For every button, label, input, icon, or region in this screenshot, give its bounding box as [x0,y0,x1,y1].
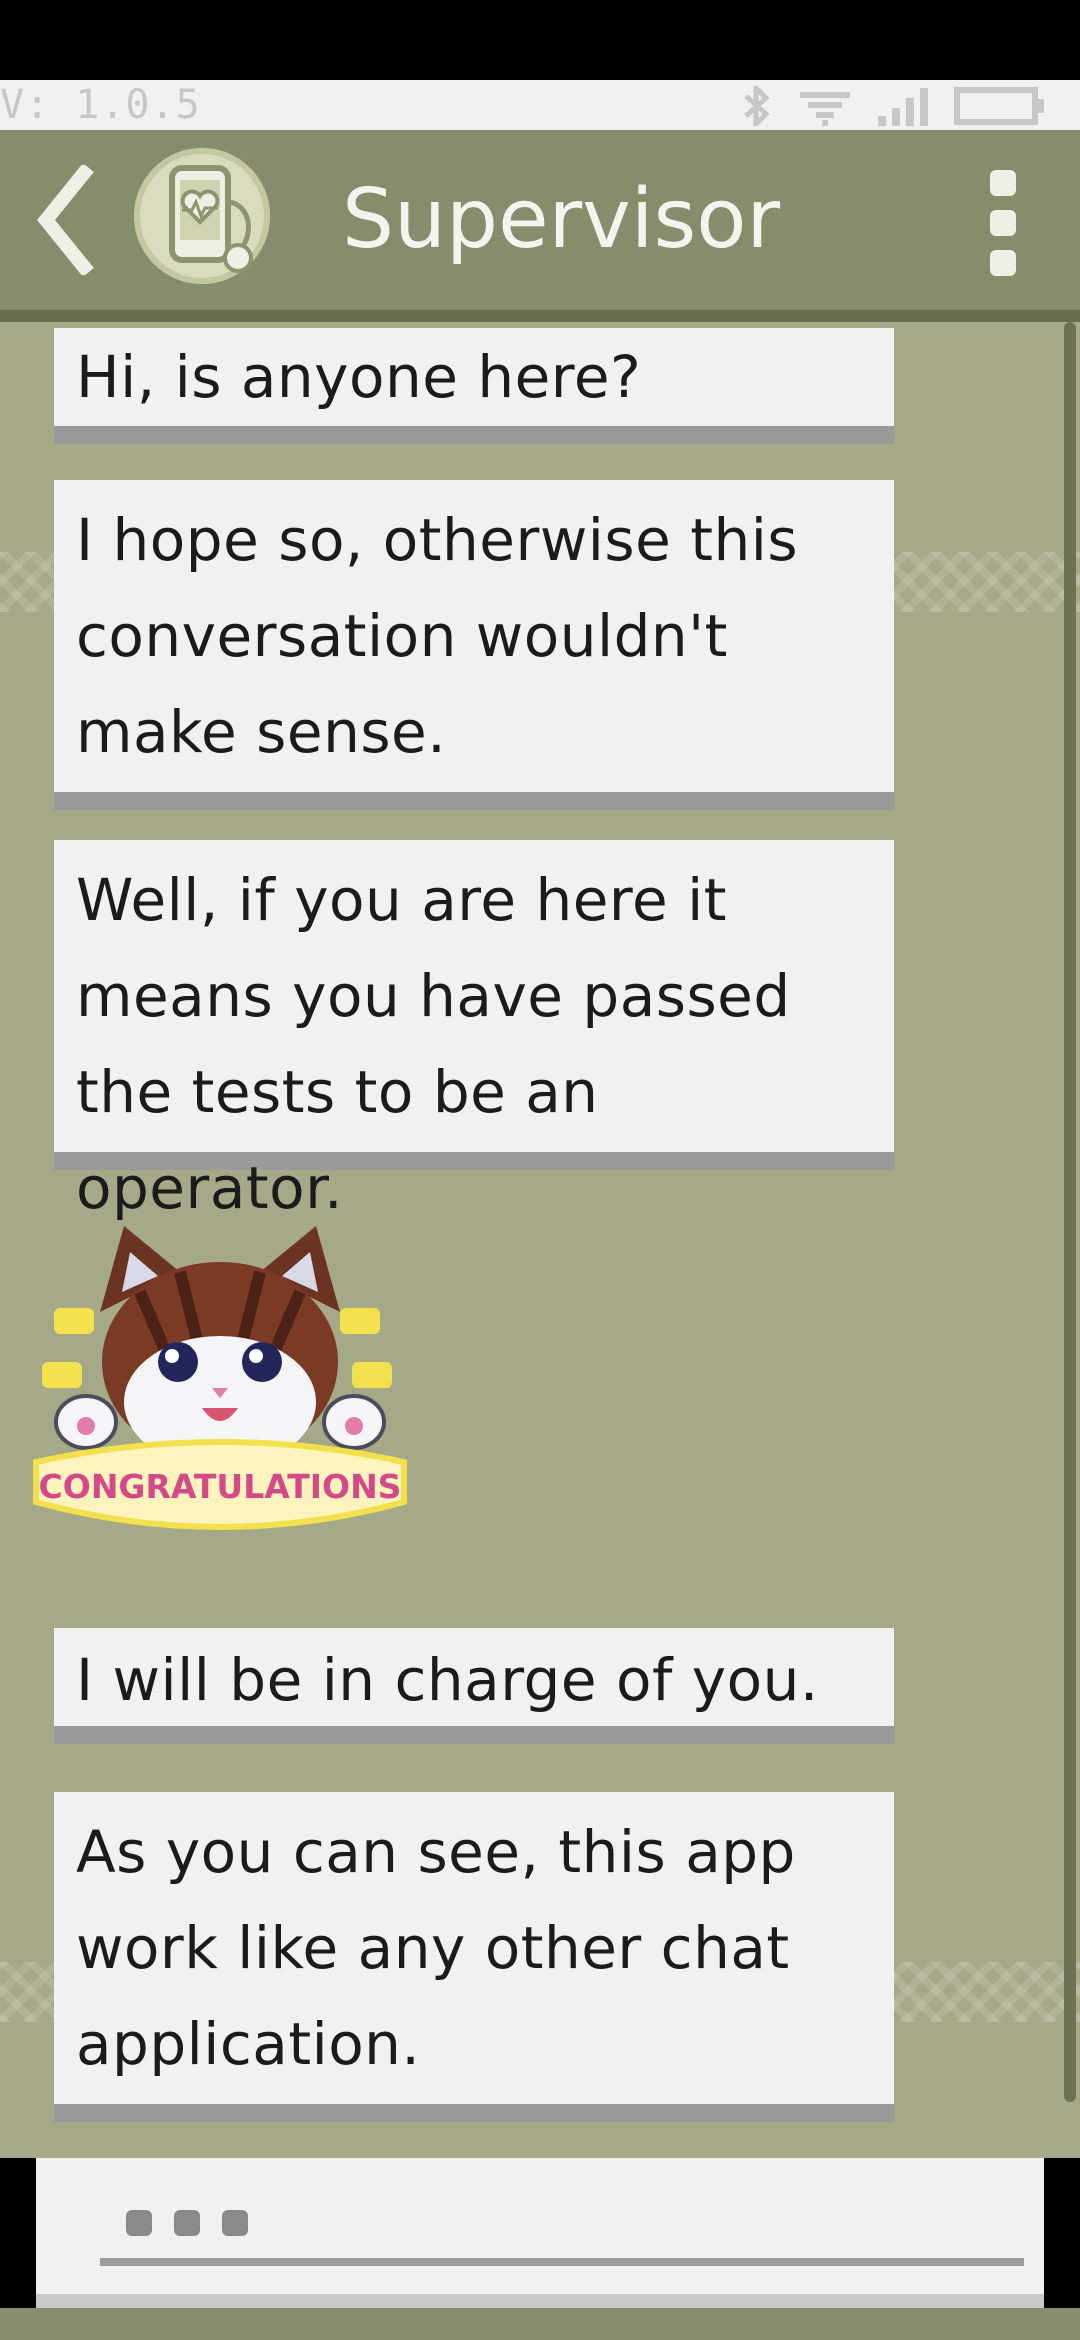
bluetooth-icon [744,86,770,126]
message-text: Well, if you are here it means you have … [76,866,791,1222]
typing-indicator [126,2210,248,2236]
message-bubble: Well, if you are here it means you have … [54,840,894,1222]
status-icons [740,86,1046,126]
camera-cutout-bar [0,0,1080,80]
battery-icon [954,87,1044,125]
more-vertical-icon[interactable] [990,170,1020,280]
congratulations-sticker: CONGRATULATIONS [30,1212,410,1542]
message-text: I will be in charge of you. [76,1646,819,1714]
chat-title: Supervisor [342,172,781,267]
chat-header: Supervisor [0,130,1080,310]
message-bubble: I will be in charge of you. [54,1628,894,1744]
signal-icon [878,88,928,126]
input-underline [100,2258,1024,2266]
message-text: As you can see, this app work like any o… [76,1818,796,2078]
bottom-bar [0,2308,1080,2340]
message-text: I hope so, otherwise this conversation w… [76,506,799,766]
status-bar: V: 1.0.5 [0,80,1080,130]
heart-phone-avatar-icon[interactable] [134,148,270,284]
message-bubble: I hope so, otherwise this conversation w… [54,480,894,810]
sticker-banner-text: CONGRATULATIONS [39,1467,402,1506]
message-bubble: Hi, is anyone here? [54,328,894,444]
scrollbar[interactable] [1064,322,1076,2102]
back-arrow-icon[interactable] [30,165,100,275]
message-text: Hi, is anyone here? [76,343,642,411]
message-bubble: As you can see, this app work like any o… [54,1792,894,2122]
header-divider [0,310,1080,322]
wifi-icon [800,92,850,126]
version-label: V: 1.0.5 [0,82,201,128]
chat-area[interactable]: Hi, is anyone here? I hope so, otherwise… [0,322,1080,2158]
message-input-area[interactable] [36,2158,1044,2308]
